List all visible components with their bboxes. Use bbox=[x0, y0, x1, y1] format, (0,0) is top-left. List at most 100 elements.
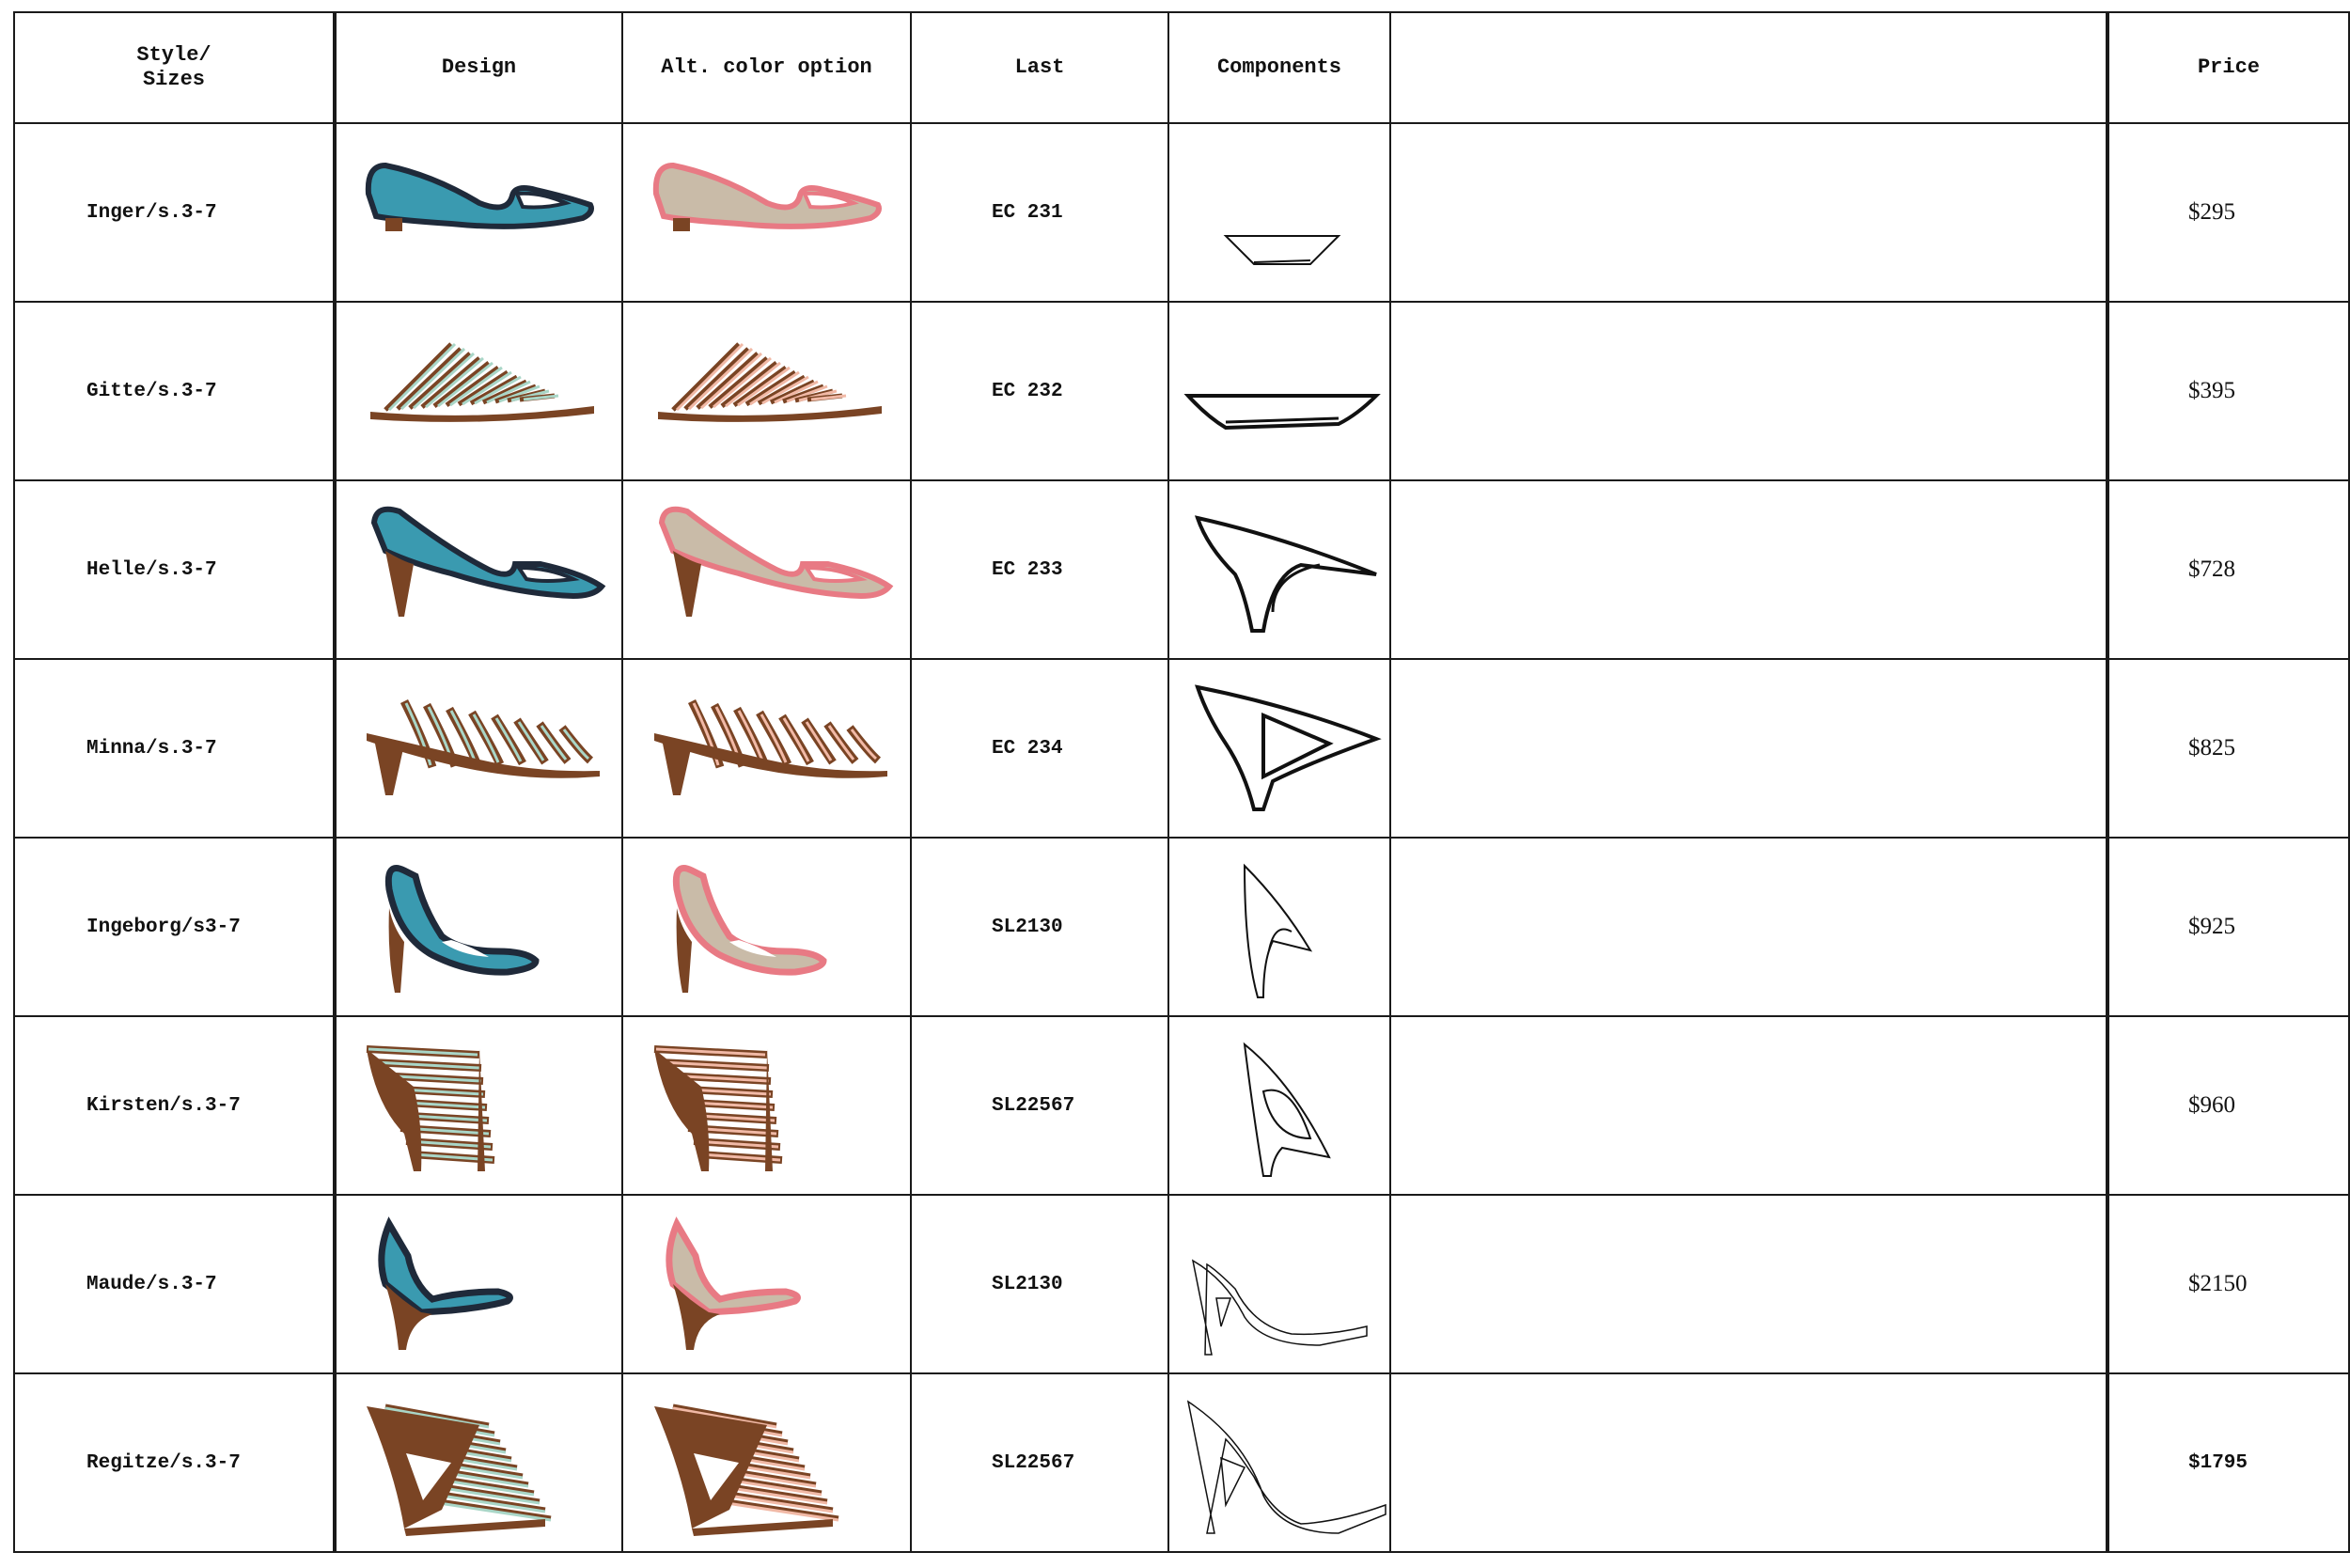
header-row: Style/ Sizes Design Alt. color option La… bbox=[13, 11, 2350, 124]
style-size-label: Minna/s.3-7 bbox=[86, 737, 217, 760]
design-cell bbox=[333, 658, 623, 839]
header-style: Style/ Sizes bbox=[13, 11, 336, 124]
blank-cell bbox=[1389, 1372, 2108, 1553]
kitten-heel-icon bbox=[623, 494, 910, 645]
shoe-collection-table: Style/ Sizes Design Alt. color option La… bbox=[13, 11, 2350, 1553]
last-cell: EC 232 bbox=[910, 301, 1169, 481]
alt-color-cell bbox=[621, 479, 912, 660]
last-cell: EC 233 bbox=[910, 479, 1169, 660]
table-row: Regitze/s.3-7 SL22567 $1795 bbox=[13, 1372, 2350, 1553]
header-alt-color: Alt. color option bbox=[621, 11, 912, 124]
price-cell: $825 bbox=[2106, 658, 2350, 839]
design-cell bbox=[333, 301, 623, 481]
alt-color-cell bbox=[621, 301, 912, 481]
component-outline-icon bbox=[1169, 133, 1389, 292]
table-row: Minna/s.3-7 EC 234 $825 bbox=[13, 658, 2350, 839]
price-label: $295 bbox=[2188, 199, 2235, 225]
blank-cell bbox=[1389, 1194, 2108, 1374]
style-size-label: Regitze/s.3-7 bbox=[86, 1451, 241, 1474]
last-label: SL22567 bbox=[992, 1094, 1075, 1117]
style-size-label: Ingeborg/s3-7 bbox=[86, 916, 241, 938]
table-row: Ingeborg/s3-7 SL2130 $925 bbox=[13, 837, 2350, 1017]
price-cell: $960 bbox=[2106, 1015, 2350, 1196]
last-cell: EC 231 bbox=[910, 122, 1169, 303]
price-label: $2150 bbox=[2188, 1271, 2248, 1296]
kitten-heel-icon bbox=[337, 494, 621, 645]
price-label: $728 bbox=[2188, 557, 2235, 582]
price-label: $395 bbox=[2188, 378, 2235, 403]
price-cell: $295 bbox=[2106, 122, 2350, 303]
strappy-kitten-icon bbox=[337, 673, 621, 823]
last-cell: SL2130 bbox=[910, 837, 1169, 1017]
last-label: EC 234 bbox=[992, 737, 1063, 760]
header-components: Components bbox=[1167, 11, 1391, 124]
component-outline-icon bbox=[1169, 311, 1389, 471]
style-size-cell: Regitze/s.3-7 bbox=[13, 1372, 336, 1553]
open-wedge-icon bbox=[337, 1209, 621, 1359]
design-cell bbox=[333, 479, 623, 660]
flat-shoe-icon bbox=[623, 137, 910, 288]
last-cell: SL22567 bbox=[910, 1372, 1169, 1553]
last-label: EC 233 bbox=[992, 558, 1063, 581]
design-cell bbox=[333, 837, 623, 1017]
style-size-label: Inger/s.3-7 bbox=[86, 201, 217, 224]
style-size-label: Kirsten/s.3-7 bbox=[86, 1094, 241, 1117]
style-size-label: Maude/s.3-7 bbox=[86, 1273, 217, 1295]
style-size-cell: Ingeborg/s3-7 bbox=[13, 837, 336, 1017]
last-label: EC 232 bbox=[992, 380, 1063, 402]
strappy-kitten-icon bbox=[623, 673, 910, 823]
components-cell bbox=[1167, 122, 1391, 303]
last-label: EC 231 bbox=[992, 201, 1063, 224]
components-cell bbox=[1167, 1372, 1391, 1553]
last-cell: SL2130 bbox=[910, 1194, 1169, 1374]
product-sheet: Style/ Sizes Design Alt. color option La… bbox=[13, 11, 2350, 1558]
style-size-cell: Kirsten/s.3-7 bbox=[13, 1015, 336, 1196]
last-cell: SL22567 bbox=[910, 1015, 1169, 1196]
component-outline-icon bbox=[1169, 490, 1389, 650]
components-cell bbox=[1167, 301, 1391, 481]
price-cell: $728 bbox=[2106, 479, 2350, 660]
component-outline-icon bbox=[1169, 1204, 1389, 1364]
pump-icon bbox=[623, 852, 910, 1002]
components-cell bbox=[1167, 837, 1391, 1017]
price-cell: $925 bbox=[2106, 837, 2350, 1017]
flat-shoe-icon bbox=[337, 137, 621, 288]
blank-cell bbox=[1389, 1015, 2108, 1196]
alt-color-cell bbox=[621, 1015, 912, 1196]
design-cell bbox=[333, 1015, 623, 1196]
price-cell: $395 bbox=[2106, 301, 2350, 481]
components-cell bbox=[1167, 479, 1391, 660]
alt-color-cell bbox=[621, 658, 912, 839]
price-label: $925 bbox=[2188, 914, 2235, 939]
last-label: SL2130 bbox=[992, 916, 1063, 938]
style-size-cell: Inger/s.3-7 bbox=[13, 122, 336, 303]
blank-cell bbox=[1389, 122, 2108, 303]
style-size-label: Gitte/s.3-7 bbox=[86, 380, 217, 402]
style-size-cell: Gitte/s.3-7 bbox=[13, 301, 336, 481]
component-outline-icon bbox=[1169, 668, 1389, 828]
header-price: Price bbox=[2106, 11, 2350, 124]
strappy-flat-icon bbox=[623, 316, 910, 466]
last-label: SL22567 bbox=[992, 1451, 1075, 1474]
table-row: Helle/s.3-7 EC 233 $728 bbox=[13, 479, 2350, 660]
table-row: Kirsten/s.3-7 SL22567 $960 bbox=[13, 1015, 2350, 1196]
header-blank bbox=[1389, 11, 2108, 124]
design-cell bbox=[333, 1194, 623, 1374]
blank-cell bbox=[1389, 837, 2108, 1017]
pump-icon bbox=[337, 852, 621, 1002]
cage-heel-icon bbox=[337, 1030, 621, 1181]
last-cell: EC 234 bbox=[910, 658, 1169, 839]
table-row: Inger/s.3-7 EC 231 $295 bbox=[13, 122, 2350, 303]
cage-heel-icon bbox=[623, 1030, 910, 1181]
style-size-label: Helle/s.3-7 bbox=[86, 558, 217, 581]
component-outline-icon bbox=[1169, 847, 1389, 1007]
component-outline-icon bbox=[1169, 1383, 1389, 1543]
price-label: $1795 bbox=[2188, 1451, 2248, 1474]
table-row: Maude/s.3-7 SL2130 $2150 bbox=[13, 1194, 2350, 1374]
strappy-wedge-icon bbox=[337, 1388, 621, 1538]
strappy-flat-icon bbox=[337, 316, 621, 466]
last-label: SL2130 bbox=[992, 1273, 1063, 1295]
header-design: Design bbox=[333, 11, 623, 124]
alt-color-cell bbox=[621, 1372, 912, 1553]
alt-color-cell bbox=[621, 1194, 912, 1374]
